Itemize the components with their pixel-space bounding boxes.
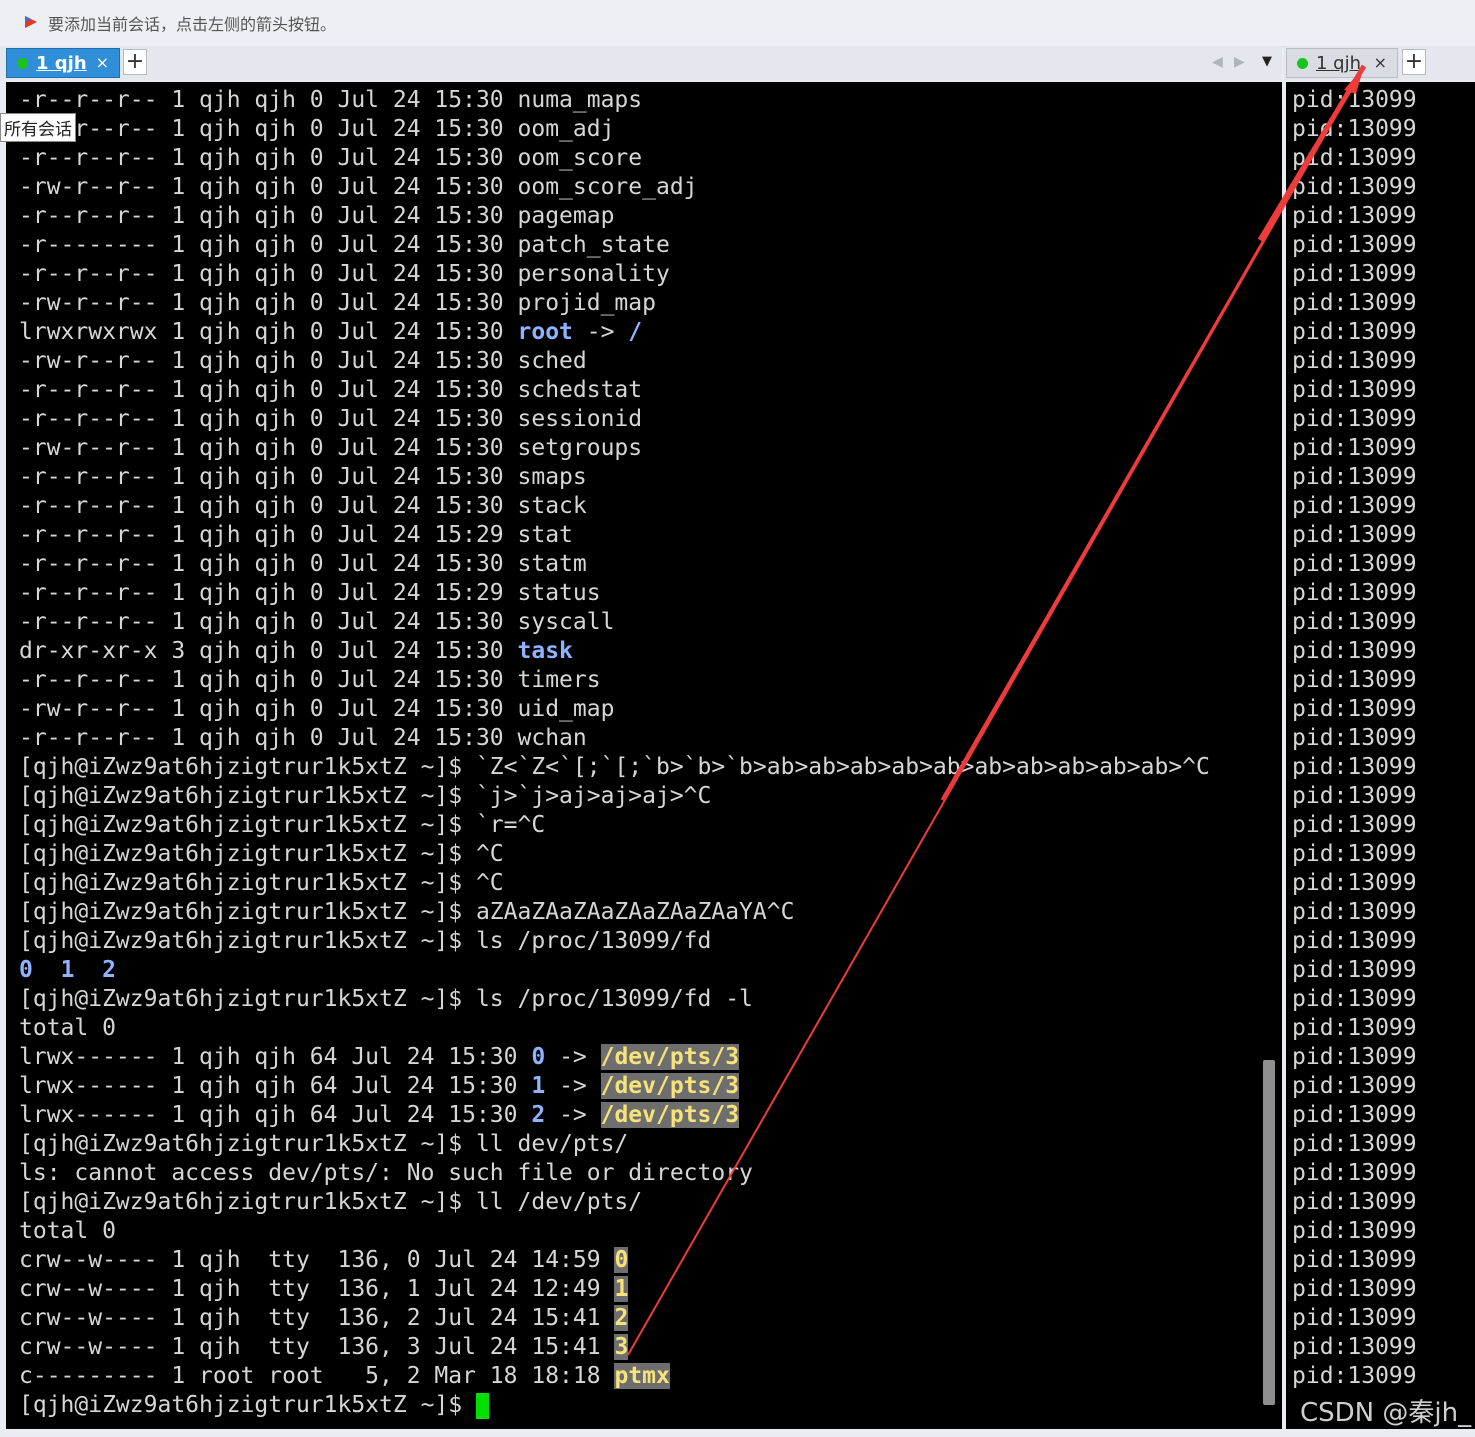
csdn-watermark: CSDN @秦jh_ (1300, 1398, 1472, 1428)
annotation-arrow (627, 64, 1367, 1356)
